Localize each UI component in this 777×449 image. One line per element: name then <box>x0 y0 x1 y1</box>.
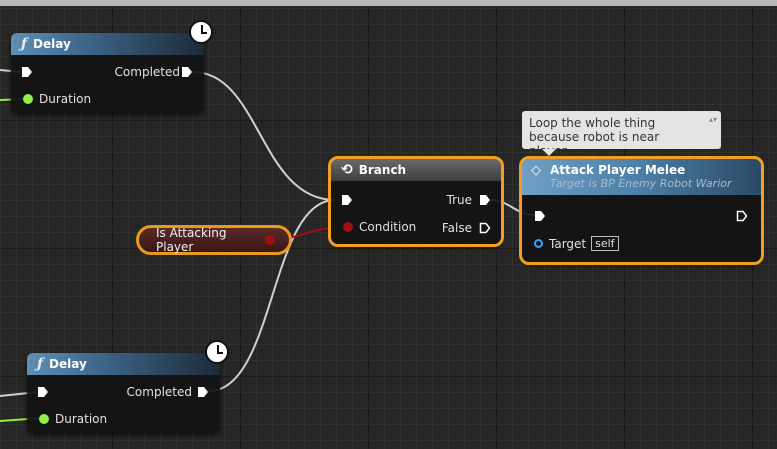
clock-icon <box>205 340 229 364</box>
duration-pin-row[interactable]: Duration <box>39 412 107 426</box>
branch-node[interactable]: ⟲ Branch True Condition False <box>328 156 504 247</box>
completed-label-row: Completed <box>115 65 180 79</box>
function-icon: ƒ <box>37 356 44 372</box>
exec-in-pin-icon[interactable] <box>21 66 33 78</box>
float-pin-icon[interactable] <box>39 414 49 424</box>
attack-node-title: Attack Player Melee <box>550 163 686 177</box>
delay-node-header: ƒ Delay <box>27 353 220 375</box>
false-label: False <box>441 221 472 235</box>
true-exec-out-pin-icon[interactable] <box>479 194 491 206</box>
delay-node-title: Delay <box>33 37 71 51</box>
exec-wire-delay-top-to-branch <box>192 71 336 201</box>
target-default-value[interactable]: self <box>591 236 619 251</box>
duration-pin-row[interactable]: Duration <box>23 92 91 106</box>
delay-node-top[interactable]: ƒ Delay Completed Duration <box>11 33 204 113</box>
target-pin-row[interactable]: Target self <box>534 236 619 251</box>
completed-exec-out-pin-icon[interactable] <box>197 386 209 398</box>
false-label-row: False <box>442 221 472 235</box>
duration-label: Duration <box>39 92 92 106</box>
pin-comment-icon[interactable]: ▴▾ <box>709 113 717 127</box>
branch-node-header: ⟲ Branch <box>331 159 501 181</box>
exec-in-pin-icon[interactable] <box>37 386 49 398</box>
condition-label: Condition <box>359 220 417 234</box>
duration-label: Duration <box>55 412 108 426</box>
event-icon: ◇ <box>531 163 541 178</box>
variable-label: Is Attacking Player <box>156 226 227 254</box>
branch-node-title: Branch <box>358 163 407 177</box>
delay-node-bottom[interactable]: ƒ Delay Completed Duration <box>27 353 220 433</box>
bool-out-pin-icon[interactable] <box>265 235 275 245</box>
completed-label-row: Completed <box>127 385 192 399</box>
completed-label: Completed <box>126 385 192 399</box>
bool-in-pin-icon[interactable] <box>343 222 353 232</box>
node-comment-bubble[interactable]: Loop the whole thing because robot is ne… <box>522 111 721 158</box>
is-attacking-player-variable-node[interactable]: Is Attacking Player <box>136 225 292 255</box>
completed-exec-out-pin-icon[interactable] <box>181 66 193 78</box>
function-icon: ƒ <box>21 36 28 52</box>
object-pin-icon[interactable] <box>534 239 543 248</box>
attack-player-melee-node[interactable]: ◇ Attack Player Melee Target is BP Enemy… <box>519 156 764 265</box>
true-label-row: True <box>447 193 473 207</box>
float-pin-icon[interactable] <box>23 94 33 104</box>
exec-out-pin-icon[interactable] <box>736 210 748 222</box>
exec-in-pin-icon[interactable] <box>341 194 353 206</box>
attack-node-subtitle: Target is BP Enemy Robot Warior <box>550 177 732 190</box>
target-label: Target <box>549 236 587 251</box>
condition-pin-row[interactable]: Condition <box>343 220 416 234</box>
false-exec-out-pin-icon[interactable] <box>479 222 491 234</box>
branch-icon: ⟲ <box>341 162 353 178</box>
clock-icon <box>189 20 213 44</box>
completed-label: Completed <box>114 65 180 79</box>
delay-node-title: Delay <box>49 357 87 371</box>
exec-in-pin-icon[interactable] <box>534 210 546 222</box>
true-label: True <box>446 193 473 207</box>
attack-node-header: ◇ Attack Player Melee Target is BP Enemy… <box>522 159 761 195</box>
delay-node-header: ƒ Delay <box>11 33 204 55</box>
